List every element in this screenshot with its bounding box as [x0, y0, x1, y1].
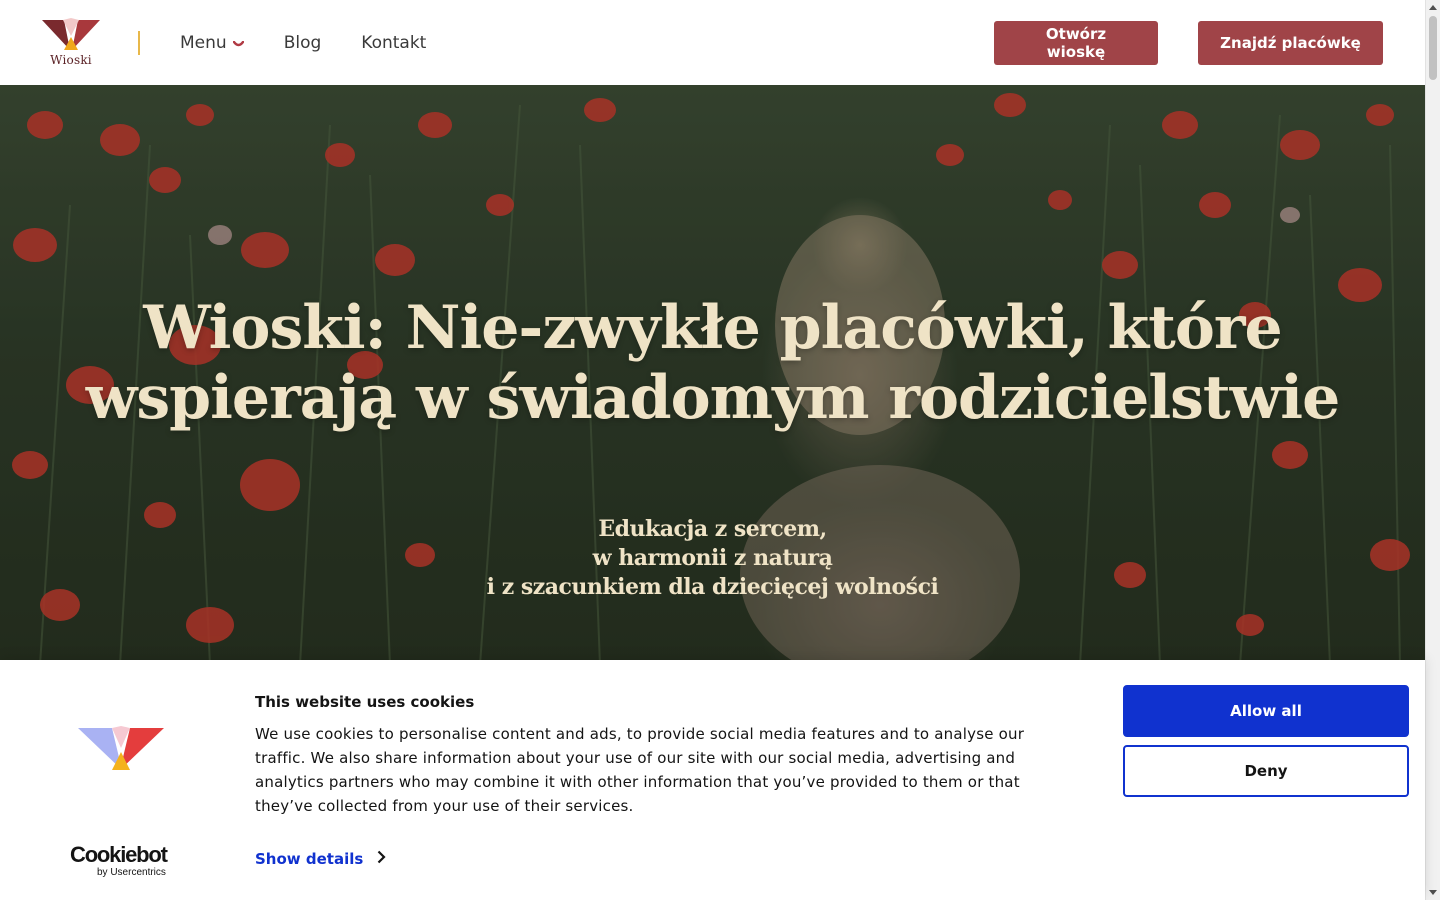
chevron-down-icon — [232, 33, 244, 53]
scrollbar-thumb[interactable] — [1429, 16, 1437, 80]
wioski-logo-icon — [42, 18, 100, 50]
site-header: Wioski Menu Blog Kontakt Otwórz wioskę Z… — [0, 0, 1425, 85]
nav-item-kontakt[interactable]: Kontakt — [361, 33, 426, 53]
show-details-link[interactable]: Show details — [255, 850, 386, 868]
show-details-label: Show details — [255, 850, 364, 868]
find-facility-button[interactable]: Znajdź placówkę — [1198, 21, 1383, 65]
hero-title: Wioski: Nie-zwykłe placówki, które wspie… — [85, 293, 1341, 433]
nav-item-blog[interactable]: Blog — [284, 33, 322, 53]
cookiebot-logo: Cookiebot by Usercentrics — [70, 842, 180, 879]
scroll-down-arrow-icon[interactable] — [1429, 890, 1437, 895]
header-divider — [138, 31, 140, 55]
hero-subtitle: Edukacja z sercem, w harmonii z naturą i… — [0, 515, 1425, 602]
wioski-logo[interactable]: Wioski — [40, 18, 102, 68]
hero-subtitle-line: Edukacja z sercem, — [598, 516, 827, 542]
cookiebot-name: Cookiebot — [70, 842, 168, 867]
site-logo-icon — [78, 726, 164, 776]
cookie-banner-text: We use cookies to personalise content an… — [255, 725, 1025, 815]
cookiebot-byline: by Usercentrics — [97, 867, 166, 878]
allow-all-button[interactable]: Allow all — [1123, 685, 1409, 737]
deny-button[interactable]: Deny — [1123, 745, 1409, 797]
cookie-banner-title: This website uses cookies — [255, 693, 475, 711]
main-nav: Menu Blog Kontakt — [180, 0, 426, 85]
hero-section: Wioski: Nie-zwykłe placówki, które wspie… — [0, 85, 1425, 665]
scroll-up-arrow-icon[interactable] — [1429, 5, 1437, 10]
nav-item-menu[interactable]: Menu — [180, 33, 244, 53]
open-village-button[interactable]: Otwórz wioskę — [994, 21, 1158, 65]
chevron-right-icon — [377, 850, 386, 868]
cookie-consent-banner: Cookiebot by Usercentrics This website u… — [0, 660, 1425, 900]
hero-subtitle-line: w harmonii z naturą — [592, 545, 833, 571]
logo-text: Wioski — [50, 53, 92, 67]
hero-subtitle-line: i z szacunkiem dla dziecięcej wolności — [486, 574, 939, 600]
nav-item-menu-label: Menu — [180, 32, 227, 53]
page-scrollbar[interactable] — [1425, 0, 1440, 900]
